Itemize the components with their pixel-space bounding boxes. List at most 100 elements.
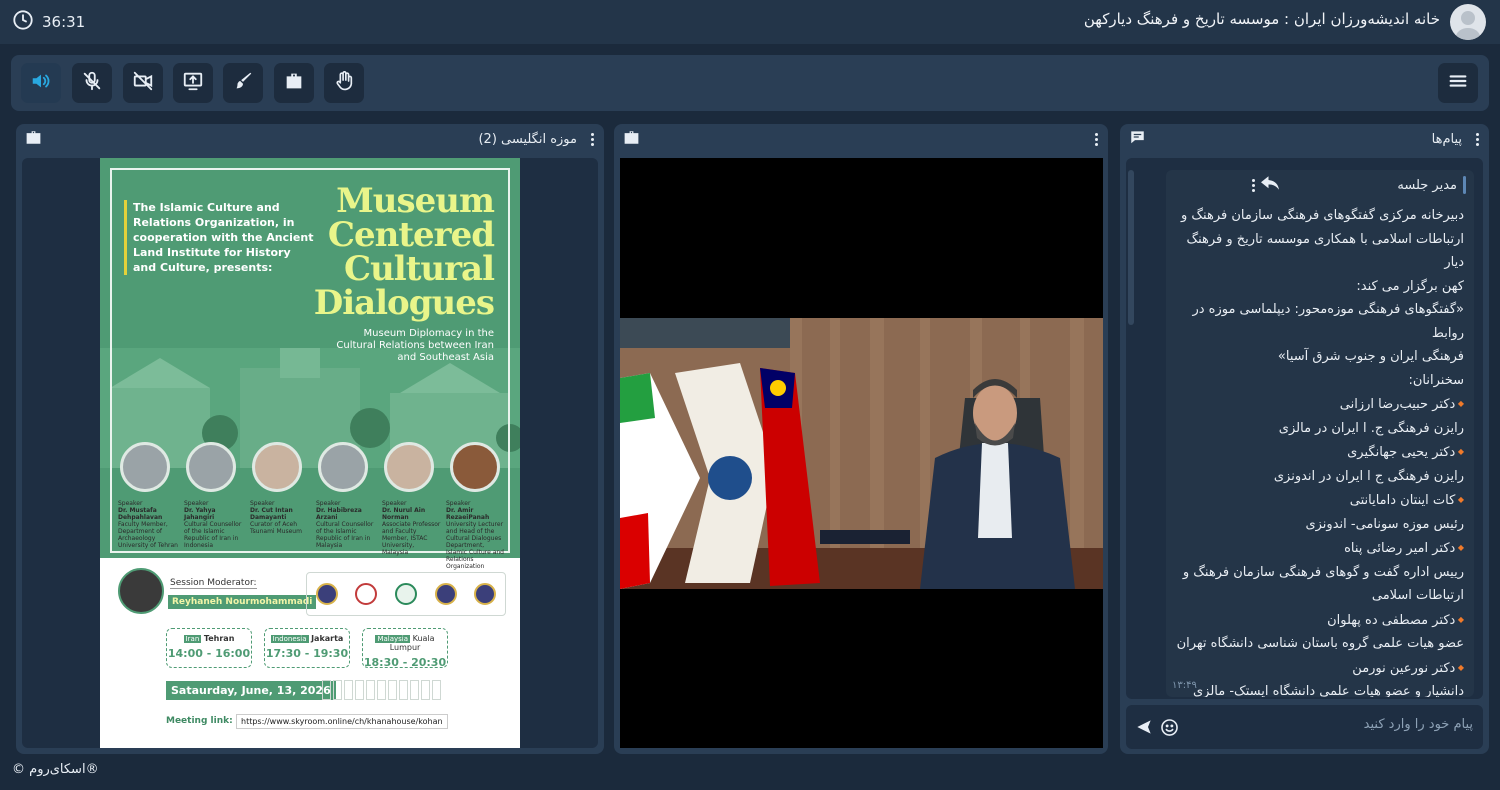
chat-panel-header: پیام‌ها xyxy=(1120,124,1489,154)
message-body: دبیرخانه مرکزی گفتگوهای فرهنگی سازمان فر… xyxy=(1166,204,1464,697)
speaker-caption: Speaker Dr. Habibreza Arzani Cultural Coun… xyxy=(316,500,374,549)
files-button[interactable] xyxy=(274,63,314,103)
event-date: Sataurday, June, 13, 2026 xyxy=(166,681,336,700)
video-panel-header xyxy=(614,124,1108,154)
video-options-icon[interactable] xyxy=(1095,132,1098,146)
headline-line-2: Centered xyxy=(327,215,495,255)
sender-indicator xyxy=(1463,176,1466,194)
message-line: دانشیار و عضو هیات علمی دانشگاه ایستک- م… xyxy=(1193,684,1464,697)
meeting-link-label: Meeting link: xyxy=(166,716,233,726)
briefcase-icon xyxy=(283,70,305,96)
speaker-photo xyxy=(318,442,368,492)
message-line: دبیرخانه مرکزی گفتگوهای فرهنگی سازمان فر… xyxy=(1181,208,1464,223)
clock-icon xyxy=(12,9,34,35)
organizer-logo xyxy=(474,583,497,605)
moderator-name: Reyhaneh Nourmohammadi xyxy=(168,595,317,609)
event-poster: The Islamic Culture and Relations Organi… xyxy=(100,158,520,748)
moderator-photo xyxy=(118,568,164,614)
folder-icon[interactable] xyxy=(624,130,639,148)
speaker-photo xyxy=(252,442,302,492)
send-icon[interactable] xyxy=(1136,719,1152,739)
timezone-box: Malaysia Kuala Lumpur 18:30 - 20:30 xyxy=(362,628,448,669)
timezone-box: Iran Tehran 14:00 - 16:00 xyxy=(166,628,252,668)
user-avatar[interactable] xyxy=(1450,4,1486,40)
message-list-item: کات اینتان دامایانتی xyxy=(1166,488,1464,513)
raise-hand-button[interactable] xyxy=(324,63,364,103)
speaker-button[interactable] xyxy=(21,63,61,103)
speaker-caption: Speaker Dr. Yahya Jahangiri Cultural Couns… xyxy=(184,500,242,549)
message-line: ارتباطات اسلامی با همکاری موسسه تاریخ و … xyxy=(1186,231,1464,271)
timezone-box: Indonesia Jakarta 17:30 - 19:30 xyxy=(264,628,350,668)
brand-footer: © اسکای‌روم® xyxy=(12,762,99,777)
moderator-label: Session Moderator: xyxy=(170,578,257,589)
poster-headline: Museum Centered Cultural Dialogues xyxy=(284,181,495,323)
camera-off-icon xyxy=(132,70,154,96)
toolbar xyxy=(11,55,1489,111)
screen-share-button[interactable] xyxy=(173,63,213,103)
chat-bubble-icon xyxy=(1130,130,1145,148)
headline-line-3: Cultural xyxy=(344,249,495,289)
mic-button[interactable] xyxy=(72,63,112,103)
message-line: «گفتگوهای فرهنگی موزه‌محور: دیپلماسی موز… xyxy=(1192,302,1464,341)
message-time: ۱۳:۴۹ xyxy=(1172,680,1197,691)
chat-message: مدیر جلسه دبیرخانه مرکزی گفتگوهای فرهنگی… xyxy=(1166,170,1474,697)
message-header: مدیر جلسه xyxy=(1252,176,1466,194)
mic-off-icon xyxy=(81,70,103,96)
message-line: عضو هیات علمی گروه باستان شناسی دانشگاه … xyxy=(1176,636,1464,651)
chat-scrollbar[interactable] xyxy=(1128,170,1134,325)
message-sender: مدیر جلسه xyxy=(1397,177,1457,193)
message-input[interactable]: پیام خود را وارد کنید xyxy=(1364,717,1473,732)
brush-icon xyxy=(232,70,254,96)
message-list-item: دکتر حبیب‌رضا ارزانی xyxy=(1166,392,1464,417)
camera-button[interactable] xyxy=(123,63,163,103)
speaker-photo xyxy=(186,442,236,492)
date-decoration xyxy=(322,680,441,700)
speaker-caption: Speaker Dr. Cut Intan Damayanti Curator of… xyxy=(250,500,302,535)
message-line: سخنرانان: xyxy=(1408,372,1465,388)
message-line: رایزن فرهنگی ج. ا ایران در مالزی xyxy=(1278,420,1464,436)
organizer-logo xyxy=(394,583,417,605)
message-line: رئیس موزه سونامی- اندونزی xyxy=(1305,516,1464,532)
speaker-photo xyxy=(450,442,500,492)
reply-icon[interactable] xyxy=(1261,176,1280,194)
chat-options-icon[interactable] xyxy=(1476,132,1479,146)
chat-composer: پیام خود را وارد کنید xyxy=(1126,705,1483,749)
message-list-item: دکتر نورعین نورمن xyxy=(1166,656,1464,681)
session-timer: 36:31 xyxy=(12,9,85,35)
emoji-icon[interactable] xyxy=(1160,718,1179,741)
message-line: کهن برگزار می کند: xyxy=(1356,278,1464,294)
meeting-link[interactable]: https://www.skyroom.online/ch/khanahouse… xyxy=(236,714,448,729)
speaker-photo xyxy=(120,442,170,492)
presentation-panel-header: موزه انگلیسی (2) xyxy=(16,124,604,154)
folder-icon[interactable] xyxy=(26,130,41,148)
organizer-logo xyxy=(315,583,338,605)
hamburger-menu-icon xyxy=(1447,70,1469,96)
message-list-item: دکتر مصطفی ده پهلوان xyxy=(1166,608,1464,633)
screen-share-icon xyxy=(182,70,204,96)
headline-line-4: Dialogues xyxy=(313,283,495,323)
speaker-caption: Speaker Dr. Nurul Ain Norman Associate Pro… xyxy=(382,500,441,556)
organizer-logo xyxy=(434,583,457,605)
whiteboard-button[interactable] xyxy=(223,63,263,103)
chat-title: پیام‌ها xyxy=(1431,131,1462,147)
organizer-logos xyxy=(306,572,506,616)
message-list-item: دکتر امیر رضائی پناه xyxy=(1166,536,1464,561)
speaker-photo xyxy=(384,442,434,492)
speaker-caption: Speaker Dr. Mustafa Dehpahlavan Faculty Me… xyxy=(118,500,178,549)
room-title: خانه اندیشه‌ورزان ایران : موسسه تاریخ و … xyxy=(1083,10,1440,28)
headline-line-1: Museum xyxy=(336,181,495,221)
message-line: رییس اداره گفت و گوهای فرهنگی سازمان فره… xyxy=(1182,564,1464,580)
speaker-caption: Speaker Dr. Amir RezaeiPanah University Le… xyxy=(446,500,504,570)
organizer-logo xyxy=(355,583,378,605)
presentation-options-icon[interactable] xyxy=(591,132,594,146)
timer-value: 36:31 xyxy=(42,13,86,31)
presentation-title: موزه انگلیسی (2) xyxy=(478,131,577,147)
speaker-video xyxy=(620,318,1103,589)
message-line: رایزن فرهنگی ج ا ایران در اندونزی xyxy=(1273,468,1464,484)
speaker-icon xyxy=(30,70,52,96)
main-menu-button[interactable] xyxy=(1438,63,1478,103)
message-list-item: دکتر یحیی جهانگیری xyxy=(1166,440,1464,465)
chat-messages: مدیر جلسه دبیرخانه مرکزی گفتگوهای فرهنگی… xyxy=(1126,158,1483,699)
message-line: فرهنگی ایران و جنوب شرق آسیا» xyxy=(1277,349,1464,364)
message-options-icon[interactable] xyxy=(1252,178,1256,192)
